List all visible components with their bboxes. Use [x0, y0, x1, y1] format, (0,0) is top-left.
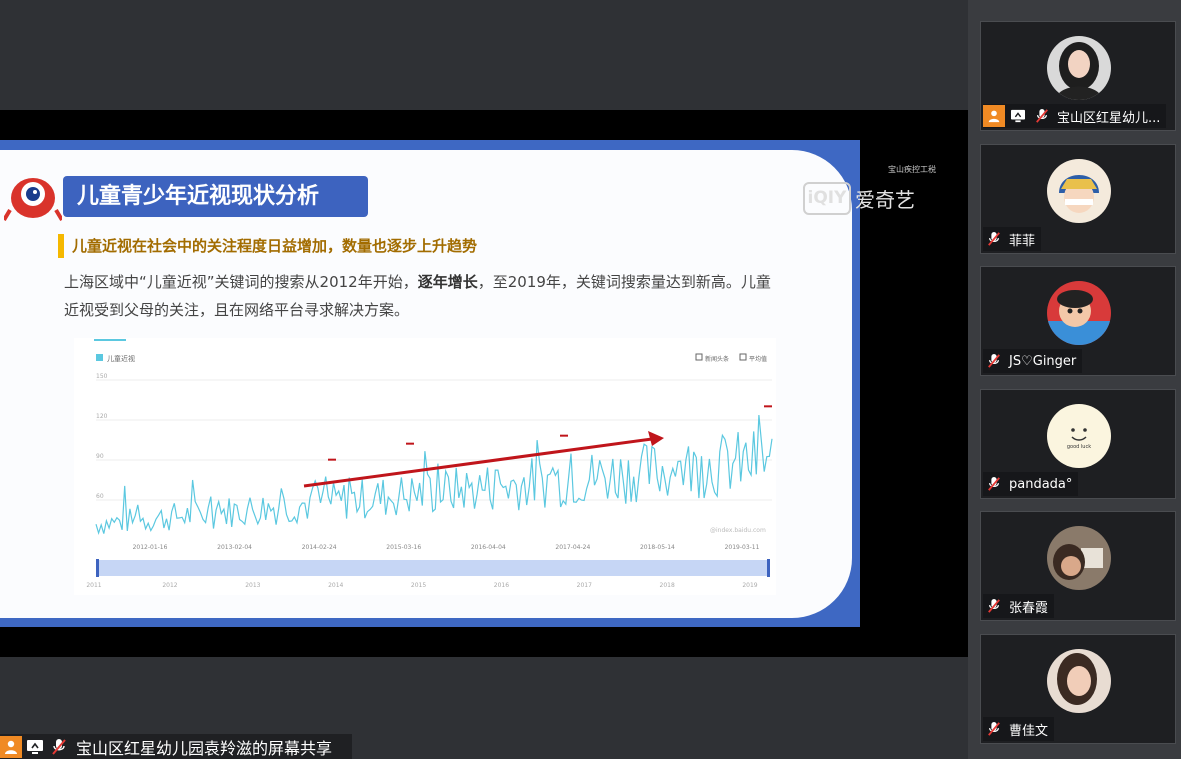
x-tick-label: 2017-04-24: [555, 544, 590, 551]
chart-svg: 儿童近视 新闻头条 平均值 150 120 90 60 @index.baidu.com 201…: [74, 338, 776, 595]
meeting-window: 儿童青少年近视现状分析 儿童近视在社会中的关注程度日益增加，数量也逐步上升趋势 …: [0, 0, 1181, 759]
y-tick-label: 120: [96, 413, 108, 420]
search-index-chart: 儿童近视 新闻头条 平均值 150 120 90 60 @index.baidu.com 201…: [74, 338, 776, 595]
range-handle-right: [767, 559, 770, 577]
x-tick-label: 2019-03-11: [725, 544, 760, 551]
cartoon-red-avatar: [1047, 281, 1111, 345]
year-tick-label: 2012: [162, 582, 177, 589]
x-tick-label: 2013-02-04: [217, 544, 252, 551]
x-tick-label: 2015-03-16: [386, 544, 421, 551]
y-tick-label: 90: [96, 453, 104, 460]
y-tick-label: 150: [96, 373, 108, 380]
legend-right-label: 平均值: [749, 355, 767, 363]
chart-watermark: @index.baidu.com: [710, 527, 766, 534]
mic-muted-icon[interactable]: [983, 228, 1005, 250]
participant-nameplate: JS♡Ginger: [983, 349, 1083, 373]
girl-photo-avatar: [1047, 649, 1111, 713]
participant-panel: 宝山区红星幼儿... 菲菲 JS♡Ginger good luck pandad…: [968, 0, 1181, 759]
avatar-caption: good luck: [1067, 444, 1091, 450]
mic-muted-icon[interactable]: [1031, 105, 1053, 127]
participant-name: pandada°: [1009, 476, 1073, 492]
participant-tile[interactable]: 菲菲: [980, 144, 1176, 254]
range-handle-left: [96, 559, 99, 577]
year-tick-label: 2019: [742, 582, 757, 589]
chart-background: [74, 338, 776, 595]
year-tick-label: 2011: [86, 582, 101, 589]
share-label: 宝山区红星幼儿园袁羚滋的屏幕共享: [76, 738, 333, 758]
y-tick-label: 60: [96, 493, 104, 500]
iqiyi-logo-text: 爱奇艺: [855, 188, 915, 212]
photo-avatar: [1047, 526, 1111, 590]
x-tick-label: 2016-04-04: [471, 544, 506, 551]
eye-mascot-icon: [4, 178, 62, 222]
screen-share-label-bar: 宝山区红星幼儿园袁羚滋的屏幕共享: [0, 734, 352, 759]
participant-tile[interactable]: 张春霞: [980, 511, 1176, 621]
legend-right-label: 新闻头条: [705, 355, 729, 363]
participant-name: 菲菲: [1009, 233, 1036, 249]
participant-name: 曹佳文: [1009, 723, 1049, 739]
smiley-avatar: good luck: [1047, 404, 1111, 468]
x-tick-label: 2012-01-16: [133, 544, 168, 551]
participant-nameplate: pandada°: [983, 472, 1079, 496]
mic-muted-icon[interactable]: [983, 473, 1005, 495]
iqiyi-logo-icon: iQIY: [803, 182, 851, 215]
participant-name: 张春霞: [1009, 600, 1049, 616]
participant-nameplate: 菲菲: [983, 227, 1042, 251]
participant-nameplate: 宝山区红星幼儿...: [983, 104, 1167, 128]
year-tick-label: 2016: [494, 582, 509, 589]
participant-tile[interactable]: 宝山区红星幼儿...: [980, 21, 1176, 131]
participant-nameplate: 曹佳文: [983, 717, 1055, 741]
participant-name: JS♡Ginger: [1009, 353, 1077, 369]
cartoon-girl-avatar: [1047, 159, 1111, 223]
mic-muted-icon[interactable]: [983, 595, 1005, 617]
body-prefix: 上海区域中“儿童近视”关键词的搜索从2012年开始，: [64, 273, 418, 291]
year-tick-label: 2017: [577, 582, 592, 589]
year-tick-label: 2015: [411, 582, 426, 589]
participant-nameplate: 张春霞: [983, 594, 1055, 618]
year-tick-label: 2018: [660, 582, 675, 589]
legend-swatch: [96, 354, 103, 361]
legend-label: 儿童近视: [107, 354, 135, 363]
mic-muted-icon[interactable]: [983, 718, 1005, 740]
user-icon: [983, 105, 1005, 127]
woman-portrait-avatar: [1047, 36, 1111, 100]
slide-title: 儿童青少年近视现状分析: [63, 176, 368, 217]
screen-share-stage: 儿童青少年近视现状分析 儿童近视在社会中的关注程度日益增加，数量也逐步上升趋势 …: [0, 0, 968, 759]
participant-tile[interactable]: JS♡Ginger: [980, 266, 1176, 376]
slide-body-text: 上海区域中“儿童近视”关键词的搜索从2012年开始，逐年增长，至2019年，关键…: [64, 268, 779, 324]
watermark-small: 宝山疾控工税: [888, 165, 936, 174]
user-icon: [0, 735, 22, 758]
participant-tile[interactable]: 曹佳文: [980, 634, 1176, 744]
body-bold: 逐年增长: [417, 273, 478, 291]
participant-tile[interactable]: good luck pandada°: [980, 389, 1176, 499]
range-slider: [96, 560, 770, 576]
year-tick-label: 2014: [328, 582, 343, 589]
screen-share-icon: [1007, 105, 1029, 127]
mic-muted-icon[interactable]: [48, 736, 70, 758]
year-tick-label: 2013: [245, 582, 260, 589]
x-tick-label: 2018-05-14: [640, 544, 675, 551]
x-tick-label: 2014-02-24: [302, 544, 337, 551]
mic-muted-icon[interactable]: [983, 350, 1005, 372]
screen-share-icon: [24, 736, 46, 758]
participant-name: 宝山区红星幼儿...: [1057, 110, 1161, 126]
slide-subheading: 儿童近视在社会中的关注程度日益增加，数量也逐步上升趋势: [58, 234, 477, 258]
